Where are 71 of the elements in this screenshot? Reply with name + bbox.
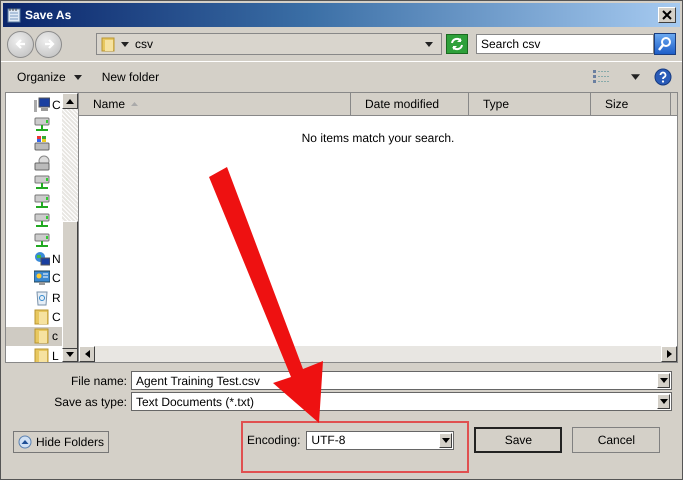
recycle-bin-icon: [34, 290, 50, 306]
scroll-right-button[interactable]: [661, 346, 677, 362]
refresh-button[interactable]: [446, 34, 468, 54]
window-title: Save As: [25, 8, 72, 22]
save-button[interactable]: Save: [474, 427, 562, 453]
search-icon: [657, 36, 673, 52]
field-label: Save as type:: [53, 394, 127, 408]
control-panel-icon: [34, 270, 50, 286]
column-header[interactable]: Size: [591, 93, 671, 115]
sort-icon: [131, 102, 138, 106]
save-type-dropdown[interactable]: Text Documents (*.txt): [131, 392, 672, 411]
column-header[interactable]: Type: [469, 93, 591, 115]
encoding-label: Encoding:: [247, 433, 300, 447]
disc-drive-icon: [34, 154, 50, 171]
nav-item[interactable]: C: [6, 95, 62, 114]
empty-message: No items match your search.: [302, 131, 454, 145]
network-drive-icon: [34, 232, 50, 248]
down-arrow-icon: [66, 352, 74, 356]
caret-icon: [631, 74, 640, 80]
network-drive-icon: [34, 174, 50, 190]
caret-icon: [74, 74, 82, 80]
column-header[interactable]: Name: [79, 93, 351, 115]
help-icon: [654, 68, 672, 86]
vertical-scrollbar[interactable]: [62, 93, 78, 362]
hide-folders-button[interactable]: Hide Folders: [13, 431, 110, 453]
caret-icon: [442, 438, 450, 442]
search-button[interactable]: [654, 33, 676, 55]
left-arrow-icon: [84, 350, 90, 358]
cancel-button[interactable]: Cancel: [572, 427, 660, 453]
caret-icon: [121, 42, 129, 46]
column-header[interactable]: Date modified: [351, 93, 469, 115]
new-folder-button[interactable]: New folder: [94, 66, 168, 88]
network-drive-icon: [34, 116, 50, 132]
nav-item[interactable]: c: [6, 326, 62, 346]
notepad-icon: [7, 7, 21, 23]
caret-icon: [660, 399, 668, 404]
caret-icon: [425, 42, 433, 46]
forward-button[interactable]: [35, 30, 62, 58]
address-path: csv: [135, 37, 153, 51]
refresh-icon: [449, 36, 465, 52]
network-drive-icon: [34, 193, 50, 210]
details-view-icon: [593, 70, 611, 84]
field-label: File name:: [70, 374, 127, 388]
computer-icon: [34, 96, 50, 113]
drive-icon: [34, 135, 50, 152]
up-arrow-icon: [66, 98, 74, 104]
nav-item[interactable]: C: [6, 307, 62, 327]
search-field[interactable]: Search csv: [476, 34, 654, 54]
address-bar[interactable]: csv: [96, 33, 442, 55]
network-drive-icon: [34, 212, 50, 228]
folder-icon: [34, 308, 50, 325]
help-button[interactable]: [652, 66, 674, 88]
close-button[interactable]: [658, 7, 676, 23]
folder-icon: [34, 348, 50, 362]
horizontal-scrollbar[interactable]: [79, 346, 677, 362]
folder-icon: [34, 328, 50, 344]
scroll-thumb[interactable]: [62, 221, 78, 349]
scroll-up-button[interactable]: [62, 93, 78, 109]
encoding-dropdown[interactable]: UTF-8: [306, 430, 454, 450]
scroll-left-button[interactable]: [79, 346, 95, 362]
organize-menu[interactable]: Organize: [9, 66, 90, 88]
nav-item[interactable]: R: [6, 288, 62, 308]
nav-item[interactable]: L: [6, 346, 62, 362]
nav-item[interactable]: C: [6, 268, 62, 288]
network-icon: [34, 251, 50, 268]
file-name-field[interactable]: Agent Training Test.csv: [131, 371, 672, 390]
nav-item[interactable]: N: [6, 249, 62, 269]
right-arrow-icon: [666, 350, 672, 358]
back-button[interactable]: [7, 30, 34, 58]
folder-icon: [101, 36, 115, 52]
caret-icon: [660, 378, 668, 383]
